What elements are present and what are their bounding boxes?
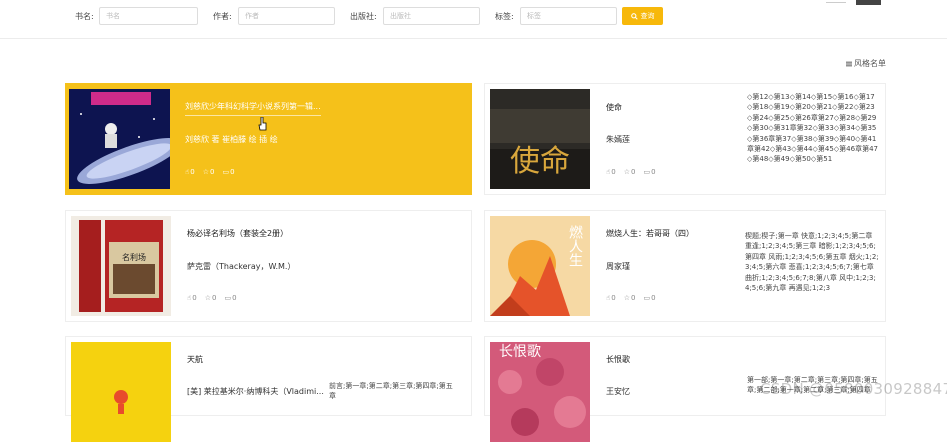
book-title[interactable]: 刘慈欣少年科幻科学小说系列第一辑... [185,101,321,116]
search-icon [630,12,638,20]
top-divider [826,2,846,3]
book-cover[interactable] [69,89,170,189]
like-stat[interactable]: ☝ 0 [187,294,197,302]
book-author: 朱嫣莲 [606,135,630,144]
star-icon: ☆ [623,294,631,302]
comment-stat[interactable]: ▭ 0 [222,168,234,176]
cover-title-text: 名利场 [122,252,146,262]
book-card[interactable]: 名利场 杨必译名利场（套装全2册） 萨克雷（Thackeray，W.M.） ☝ 0… [65,210,472,322]
like-icon: ☝ [185,168,190,176]
favorite-stat[interactable]: ☆ 0 [624,168,636,176]
chapter-list: 前言;第一章;第二章;第三章;第四章;第五章 [329,382,453,401]
book-title[interactable]: 使命 [606,102,622,113]
publisher-input[interactable] [383,7,480,25]
book-cover[interactable] [71,342,171,442]
book-cover-art: 使命 [490,89,590,189]
chapter-list: ◇第12◇第13◇第14◇第15◇第16◇第17◇第18◇第19◇第20◇第21… [747,93,878,164]
book-title[interactable]: 长恨歌 [606,354,630,365]
search-button[interactable]: 查询 [622,7,663,25]
book-cover[interactable]: 燃人生 [490,216,590,316]
list-icon [846,61,852,66]
top-user-tab[interactable] [856,0,881,5]
book-name-input[interactable] [99,7,198,25]
comment-stat[interactable]: ▭ 0 [224,294,236,302]
book-title[interactable]: 天航 [187,354,203,365]
chapter-list: 楔题;楔子;第一章 快意;1;2;3;4;5;第二章 重逢;1;2;3;4;5;… [745,232,879,293]
book-author: [美] 莱拉基米尔·纳博科夫（Vladimi... [187,387,324,396]
book-card[interactable]: 长恨歌 长恨歌 王安忆 第一部;第一章;第二章;第三章;第四章;第五章;第二部;… [484,336,886,442]
like-stat[interactable]: ☝ 0 [606,294,616,302]
comment-icon: ▭ [224,294,232,302]
book-stats: ☝ 0 ☆ 0 ▭ 0 [187,294,237,302]
book-cover-art: 燃人生 [490,216,590,316]
book-stats: ☝ 0 ☆ 0 ▭ 0 [606,168,656,176]
comment-icon: ▭ [222,168,230,176]
book-cover[interactable]: 名利场 [71,216,171,316]
like-icon: ☝ [187,294,192,302]
book-author: 王安忆 [606,387,630,396]
comment-stat[interactable]: ▭ 0 [643,168,655,176]
cover-title-text: 长恨歌 [499,344,541,360]
watermark: CSDN @05800309288475 [760,380,947,398]
author-input[interactable] [238,7,335,25]
search-button-label: 查询 [640,12,655,20]
like-icon: ☝ [606,294,611,302]
book-title[interactable]: 杨必译名利场（套装全2册） [187,228,288,239]
star-icon: ☆ [202,168,210,176]
author-label: 作者: [213,12,232,21]
tag-input[interactable] [520,7,617,25]
like-stat[interactable]: ☝ 0 [185,168,195,176]
book-cover-art [71,342,171,442]
cover-title-text: 燃人生 [567,224,583,267]
book-cover-art: 长恨歌 [490,342,590,442]
view-switch-label: 风格名单 [854,59,886,68]
favorite-stat[interactable]: ☆ 0 [203,168,215,176]
like-icon: ☝ [606,168,611,176]
book-cover-art [69,89,170,189]
view-switch[interactable]: 风格名单 [846,58,886,69]
book-cover[interactable]: 长恨歌 [490,342,590,442]
book-author: 刘慈欣 著 崔柏滕 绘 插 绘 [185,135,278,144]
book-card[interactable]: 刘慈欣少年科幻科学小说系列第一辑... 刘慈欣 著 崔柏滕 绘 插 绘 ☝ 0 ☆… [65,83,472,195]
book-card[interactable]: 燃人生 燃烧人生：若哥哥（四） 周家瑾 ☝ 0 ☆ 0 ▭ 0 楔题;楔子;第一章 快… [484,210,886,322]
tag-label: 标签: [495,12,514,21]
book-name-label: 书名: [75,12,94,21]
book-cover-art: 名利场 [71,216,171,316]
book-stats: ☝ 0 ☆ 0 ▭ 0 [185,168,235,176]
like-stat[interactable]: ☝ 0 [606,168,616,176]
favorite-stat[interactable]: ☆ 0 [624,294,636,302]
book-author: 周家瑾 [606,262,630,271]
book-title[interactable]: 燃烧人生：若哥哥（四） [606,228,694,239]
book-stats: ☝ 0 ☆ 0 ▭ 0 [606,294,656,302]
book-card[interactable]: 天航 [美] 莱拉基米尔·纳博科夫（Vladimi... 前言;第一章;第二章;… [65,336,472,442]
book-card[interactable]: 使命 使命 朱嫣莲 ☝ 0 ☆ 0 ▭ 0 ◇第12◇第13◇第14◇第15◇第16◇… [484,83,886,195]
star-icon: ☆ [623,168,631,176]
book-author: 萨克雷（Thackeray，W.M.） [187,262,296,271]
favorite-stat[interactable]: ☆ 0 [205,294,217,302]
mouse-pointer-icon [258,117,267,131]
comment-icon: ▭ [643,294,651,302]
comment-stat[interactable]: ▭ 0 [643,294,655,302]
comment-icon: ▭ [643,168,651,176]
cover-title-text: 使命 [510,144,570,179]
publisher-label: 出版社: [350,12,377,21]
book-cover[interactable]: 使命 [490,89,590,189]
filter-bar: 书名: 作者: 出版社: 标签: 查询 [0,0,947,39]
star-icon: ☆ [204,294,212,302]
